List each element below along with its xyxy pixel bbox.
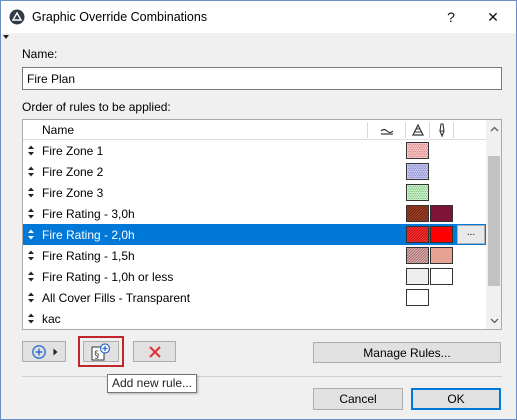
rule-name: Fire Rating - 1,0h or less	[42, 270, 174, 284]
archicad-app-icon	[9, 9, 25, 25]
drag-handle-icon[interactable]	[27, 249, 35, 262]
list-item[interactable]: All Cover Fills - Transparent	[23, 287, 486, 308]
scroll-down-button[interactable]	[486, 312, 501, 329]
scroll-thumb[interactable]	[488, 156, 500, 286]
window-title: Graphic Override Combinations	[32, 10, 208, 24]
add-new-rule-tooltip: Add new rule...	[107, 374, 198, 393]
name-label: Name:	[22, 47, 58, 61]
list-item[interactable]: Fire Zone 2	[23, 161, 486, 182]
fill-swatch	[406, 184, 429, 201]
add-options-button[interactable]	[22, 341, 66, 362]
drag-handle-icon[interactable]	[27, 165, 35, 178]
column-separator[interactable]	[429, 122, 430, 138]
list-item[interactable]: Fire Zone 1	[23, 140, 486, 161]
rule-name: Fire Zone 3	[42, 186, 104, 200]
manage-rules-button[interactable]: Manage Rules...	[313, 342, 501, 363]
list-item[interactable]: kac	[23, 308, 486, 329]
dialog-window: Graphic Override Combinations ? ✕ Name: …	[0, 0, 517, 420]
drag-handle-icon[interactable]	[27, 228, 35, 241]
column-header-name[interactable]: Name	[42, 123, 74, 137]
fill-swatch	[406, 289, 429, 306]
pen-icon	[439, 123, 445, 138]
svg-text:§: §	[94, 349, 99, 360]
chevron-up-icon	[490, 126, 498, 131]
fill-swatch	[406, 226, 429, 243]
order-label: Order of rules to be applied:	[22, 100, 171, 114]
background-swatch	[430, 226, 453, 243]
cut-fill-icon	[412, 123, 424, 136]
footer-divider	[22, 376, 502, 377]
drag-handle-icon[interactable]	[27, 270, 35, 283]
background-swatch	[430, 205, 453, 222]
drag-handle-icon[interactable]	[27, 186, 35, 199]
background-swatch	[430, 268, 453, 285]
more-options-button[interactable]: ...	[457, 225, 485, 244]
fill-swatch	[406, 142, 429, 159]
drag-handle-icon[interactable]	[27, 144, 35, 157]
drag-handle-icon[interactable]	[27, 207, 35, 220]
fill-swatch	[406, 163, 429, 180]
name-input[interactable]	[22, 67, 502, 90]
rule-name: Fire Zone 1	[42, 144, 104, 158]
list-item[interactable]: Fire Rating - 2,0h...	[23, 224, 486, 245]
fill-swatch	[406, 247, 429, 264]
close-button[interactable]: ✕	[473, 1, 513, 33]
list-item[interactable]: Fire Zone 3	[23, 182, 486, 203]
chevron-down-icon	[490, 318, 498, 323]
rule-name: Fire Rating - 1,5h	[42, 249, 135, 263]
scroll-up-button[interactable]	[486, 120, 501, 137]
delete-x-icon	[148, 345, 161, 358]
add-circle-icon	[31, 344, 46, 359]
background-swatch	[430, 247, 453, 264]
column-separator[interactable]	[367, 122, 368, 138]
help-button[interactable]: ?	[431, 1, 471, 33]
rule-name: All Cover Fills - Transparent	[42, 291, 191, 305]
drag-handle-icon[interactable]	[27, 312, 35, 325]
rules-list[interactable]: Name Fire Zone 1 Fire Zone 2 Fire Zone 3 Fi…	[22, 119, 502, 330]
rule-name: Fire Zone 2	[42, 165, 104, 179]
column-separator[interactable]	[453, 122, 454, 138]
drag-handle-icon[interactable]	[27, 291, 35, 304]
surface-fill-icon	[380, 128, 394, 135]
list-item[interactable]: Fire Rating - 1,5h	[23, 245, 486, 266]
dialog-menu-arrow-icon[interactable]	[3, 35, 9, 39]
list-item[interactable]: Fire Rating - 1,0h or less	[23, 266, 486, 287]
column-separator[interactable]	[405, 122, 406, 138]
delete-rule-button[interactable]	[133, 341, 176, 362]
add-new-rule-button[interactable]: §	[83, 341, 119, 362]
caret-right-icon	[53, 348, 57, 355]
title-bar: Graphic Override Combinations ? ✕	[1, 1, 516, 33]
ok-button[interactable]: OK	[411, 388, 501, 410]
fill-swatch	[406, 205, 429, 222]
add-rule-icon: §	[91, 342, 111, 360]
rule-name: Fire Rating - 2,0h	[42, 228, 135, 242]
add-new-rule-highlight: §	[78, 336, 124, 367]
list-item[interactable]: Fire Rating - 3,0h	[23, 203, 486, 224]
cancel-button[interactable]: Cancel	[313, 388, 403, 410]
rule-name: kac	[42, 312, 61, 326]
rule-name: Fire Rating - 3,0h	[42, 207, 135, 221]
fill-swatch	[406, 268, 429, 285]
list-header: Name	[23, 120, 486, 140]
list-scrollbar[interactable]	[486, 120, 501, 329]
